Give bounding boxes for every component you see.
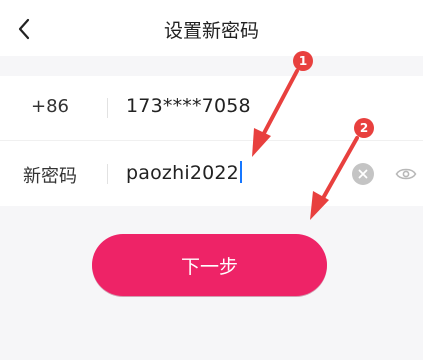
country-code[interactable]: +86 bbox=[0, 96, 100, 117]
password-label: 新密码 bbox=[23, 166, 77, 187]
phone-number: 173****7058 bbox=[126, 95, 251, 117]
form-card: +86 173****7058 新密码 paozhi2022 bbox=[0, 76, 423, 206]
divider bbox=[107, 98, 108, 118]
next-step-button[interactable]: 下一步 bbox=[92, 234, 327, 296]
password-row: 新密码 paozhi2022 bbox=[0, 142, 423, 206]
step-badge-2: 2 bbox=[354, 118, 374, 138]
header-bar: 设置新密码 bbox=[0, 0, 423, 56]
password-input[interactable]: paozhi2022 bbox=[126, 161, 242, 184]
clear-icon bbox=[358, 169, 368, 179]
visibility-toggle[interactable] bbox=[395, 164, 417, 184]
page-title: 设置新密码 bbox=[163, 20, 259, 42]
divider bbox=[107, 164, 108, 184]
password-value: paozhi2022 bbox=[126, 162, 239, 184]
eye-icon bbox=[395, 168, 417, 180]
step-badge-1: 1 bbox=[293, 51, 313, 71]
text-cursor bbox=[239, 161, 242, 183]
row-separator bbox=[0, 140, 423, 141]
clear-button[interactable] bbox=[352, 163, 374, 185]
